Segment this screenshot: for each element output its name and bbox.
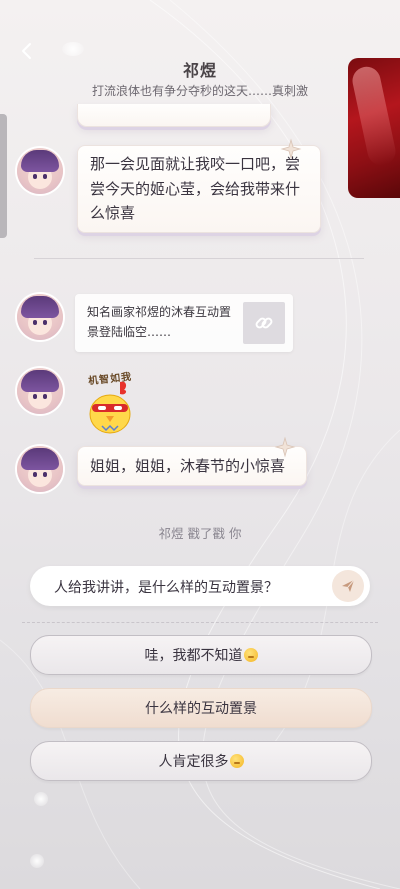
poke-notice: 祁煜 戳了戳 你: [158, 526, 242, 541]
send-button[interactable]: [332, 570, 364, 602]
avatar[interactable]: [17, 294, 63, 340]
message-input[interactable]: 人给我讲讲，是什么样的互动置景？: [30, 566, 370, 606]
previous-message-bubble: [77, 104, 271, 127]
sparkle-decoration: [34, 792, 48, 806]
page-title: 祁煜: [182, 61, 217, 80]
sparkle-decoration: [62, 42, 84, 56]
reply-option-label: 人肯定很多: [158, 754, 229, 770]
grin-emoji-icon: [229, 754, 244, 768]
link-icon: [243, 302, 285, 344]
reply-option-label: 哇，我都不知道: [144, 648, 243, 664]
reply-option-selected[interactable]: 什么样的互动置景: [30, 688, 372, 728]
featured-card-peek[interactable]: [348, 58, 400, 198]
link-card-text: 知名画家祁煜的沐春互动置景登陆临空……: [87, 305, 232, 339]
side-drawer-handle[interactable]: [0, 114, 7, 238]
reply-option[interactable]: 人肯定很多: [30, 741, 372, 781]
message-text: 姐姐，姐姐，沐春节的小惊喜: [90, 457, 286, 475]
send-icon: [342, 579, 355, 592]
reply-option[interactable]: 哇，我都不知道: [30, 635, 372, 675]
input-value: 人给我讲讲，是什么样的互动置景？: [54, 580, 278, 596]
message-text: 那一会见面就让我咬一口吧，尝尝今天的姬心莹，会给我带来什么惊喜: [90, 155, 301, 222]
smile-emoji-icon: [243, 648, 258, 662]
link-card[interactable]: 知名画家祁煜的沐春互动置景登陆临空……: [75, 294, 293, 352]
page-subtitle: 打流浪体也有争分夺秒的这天……真刺激: [91, 84, 308, 98]
avatar[interactable]: [17, 148, 63, 194]
sticker[interactable]: 机智如我: [80, 370, 140, 434]
sparkle-decoration: [30, 854, 44, 868]
message-bubble: 姐姐，姐姐，沐春节的小惊喜: [77, 446, 307, 486]
divider: [34, 258, 364, 259]
star-decoration-icon: [280, 138, 302, 160]
star-decoration-icon: [274, 436, 296, 458]
reply-option-label: 什么样的互动置景: [145, 701, 257, 717]
avatar[interactable]: [17, 446, 63, 492]
options-divider: [22, 622, 378, 623]
avatar[interactable]: [17, 368, 63, 414]
